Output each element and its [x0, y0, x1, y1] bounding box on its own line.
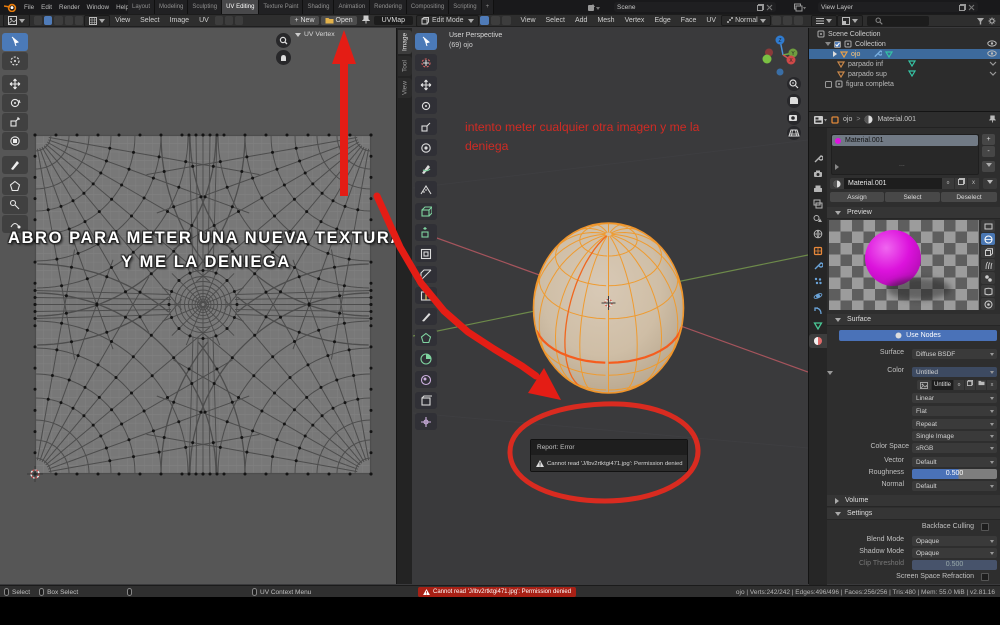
- svg-text:Z: Z: [778, 38, 781, 44]
